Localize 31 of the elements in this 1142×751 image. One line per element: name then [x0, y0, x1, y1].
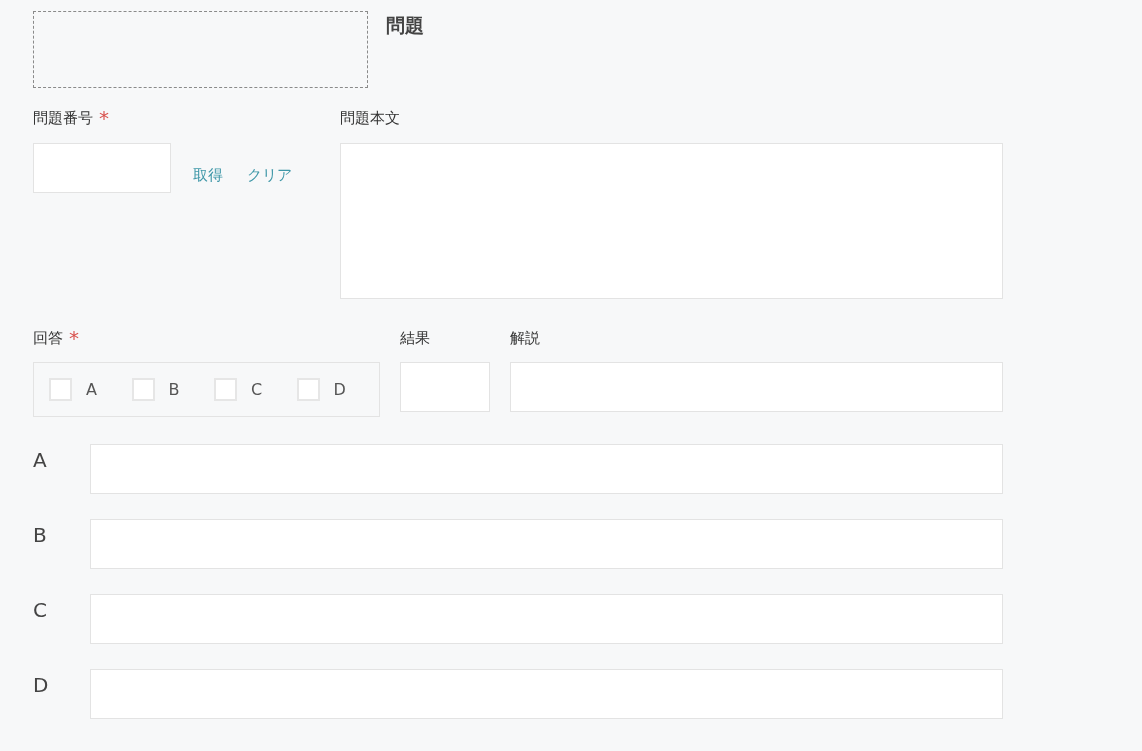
checkbox-label: C [251, 380, 263, 399]
drop-area[interactable] [33, 11, 368, 88]
choice-label: B [33, 523, 48, 547]
required-mark: * [99, 106, 109, 130]
action-link[interactable]: 取得 [193, 165, 223, 185]
choice-field[interactable] [90, 444, 1003, 494]
choice-field[interactable] [90, 594, 1003, 644]
field-label: 解説 [510, 328, 540, 348]
choice-label: D [33, 673, 50, 697]
checkbox-label: A [86, 380, 97, 399]
action-link[interactable]: クリア [247, 165, 292, 185]
field-label: 回答 [33, 328, 63, 348]
choice-field[interactable] [90, 669, 1003, 719]
question-text-field[interactable] [340, 143, 1003, 299]
field-label: 結果 [400, 328, 430, 348]
field-label: 問題番号 [33, 108, 93, 128]
field-label: 問題本文 [340, 108, 400, 128]
checkbox-label: B [168, 380, 180, 399]
required-mark: * [69, 326, 79, 350]
section-title: 問題 [386, 13, 424, 38]
checkbox[interactable] [131, 378, 155, 401]
result-field[interactable] [400, 362, 490, 412]
choice-label: C [33, 598, 48, 622]
checkbox[interactable] [214, 378, 237, 401]
question-number-field[interactable] [33, 143, 171, 193]
checkbox[interactable] [49, 378, 72, 401]
explanation-field[interactable] [510, 362, 1003, 412]
checkbox-label: D [333, 380, 346, 399]
choice-label: A [33, 448, 48, 472]
checkbox[interactable] [296, 378, 320, 401]
choice-field[interactable] [90, 519, 1003, 569]
